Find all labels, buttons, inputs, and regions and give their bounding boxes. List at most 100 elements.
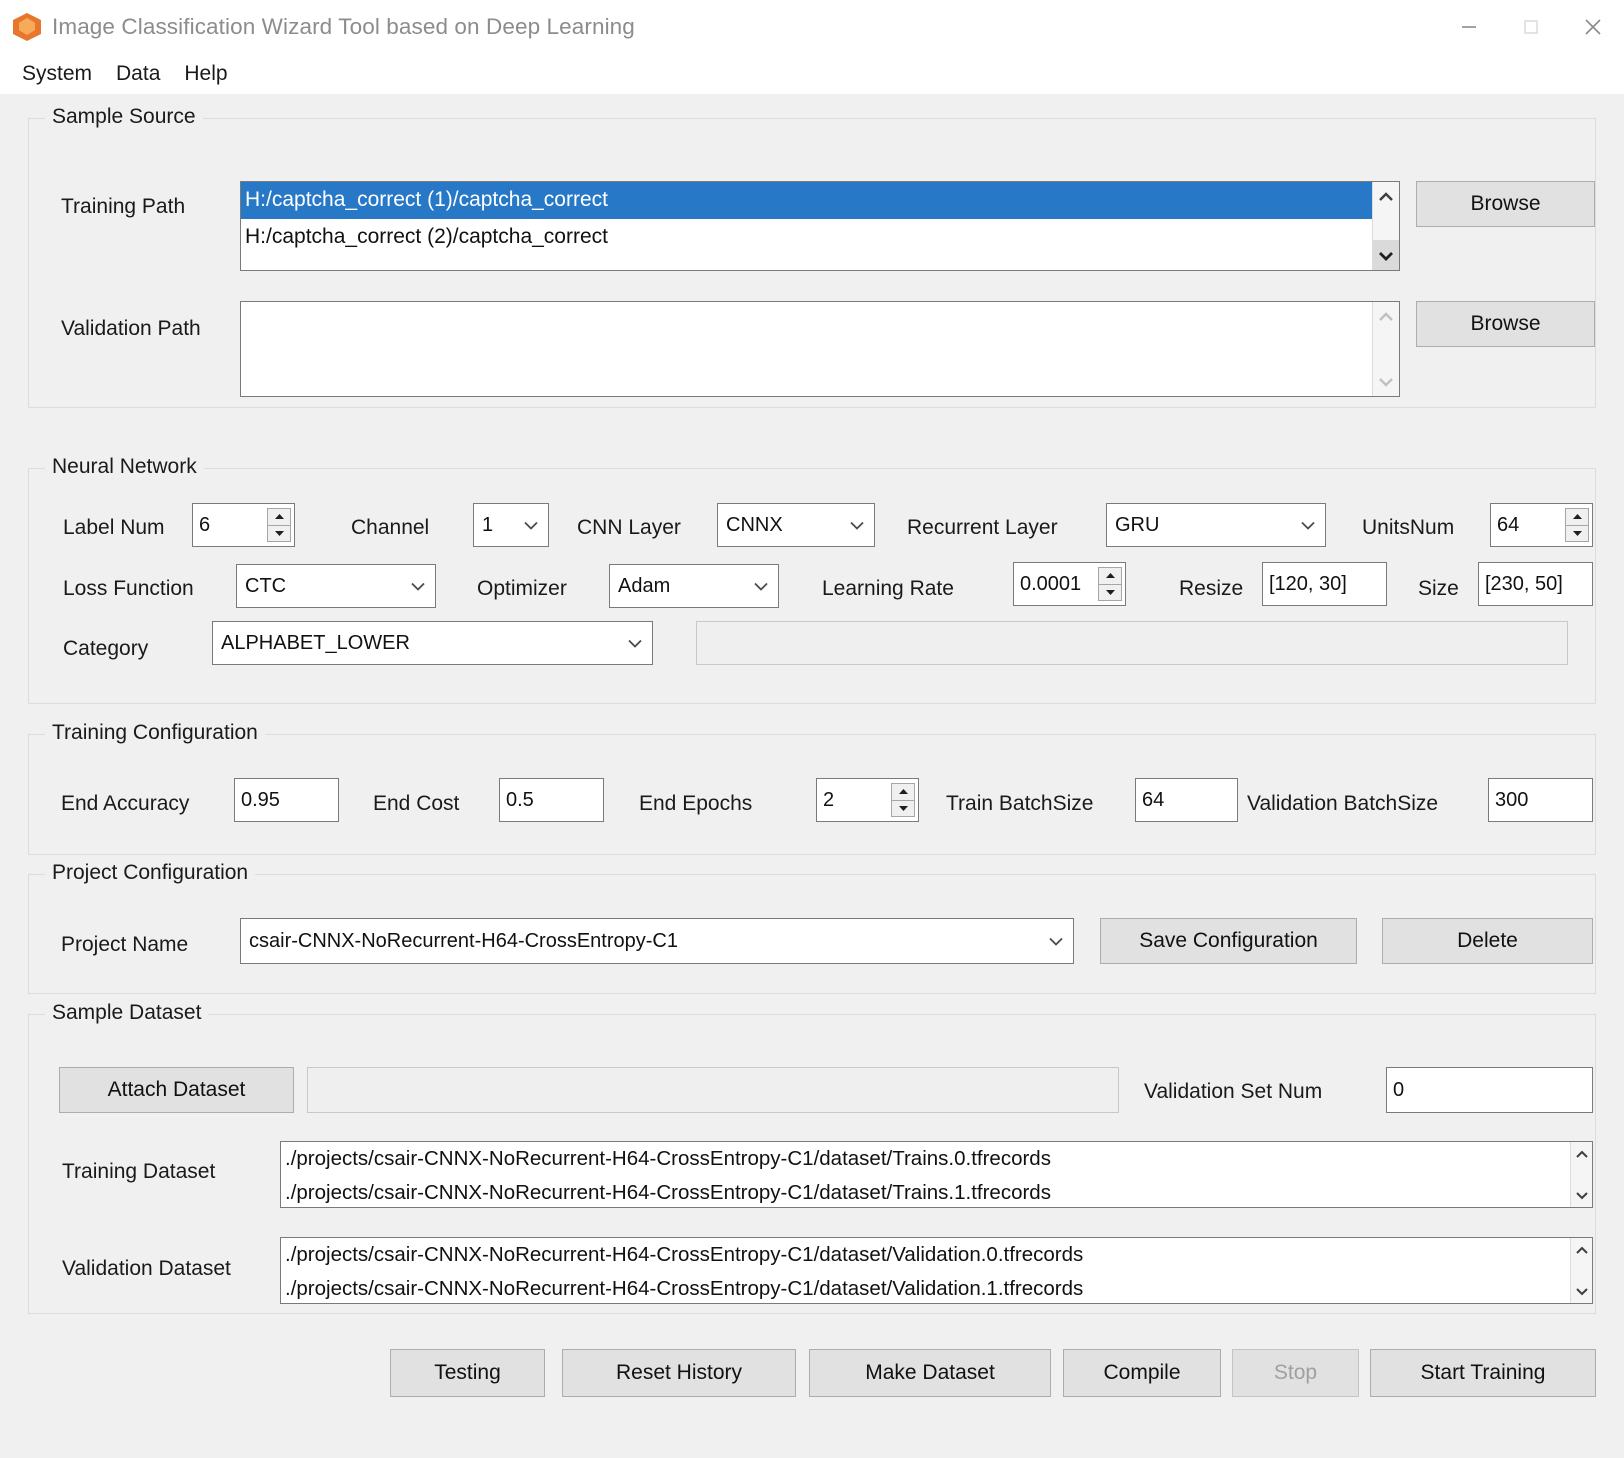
training-dataset-label: Training Dataset bbox=[62, 1160, 216, 1183]
validation-path-scrollbar[interactable] bbox=[1372, 302, 1399, 396]
training-path-scrollbar[interactable] bbox=[1372, 182, 1399, 270]
scroll-down-icon[interactable] bbox=[1373, 240, 1399, 270]
make-dataset-button[interactable]: Make Dataset bbox=[809, 1349, 1051, 1397]
chevron-down-icon bbox=[627, 632, 643, 655]
stop-button[interactable]: Stop bbox=[1232, 1349, 1359, 1397]
recurrent-layer-select[interactable]: GRU bbox=[1106, 503, 1326, 547]
group-sample-dataset: Sample Dataset Attach Dataset Validation… bbox=[28, 1001, 1596, 1314]
group-neural-network: Neural Network Label Num 6 Channel 1 CNN… bbox=[28, 455, 1596, 704]
channel-select[interactable]: 1 bbox=[473, 503, 549, 547]
list-item[interactable]: H:/captcha_correct (1)/captcha_correct bbox=[241, 182, 1379, 219]
scroll-down-icon[interactable] bbox=[1373, 366, 1399, 396]
spin-down-icon[interactable] bbox=[891, 799, 915, 817]
training-dataset-scrollbar[interactable] bbox=[1570, 1142, 1592, 1207]
attach-dataset-field[interactable] bbox=[307, 1067, 1119, 1113]
category-value: ALPHABET_LOWER bbox=[221, 631, 410, 654]
scroll-up-icon[interactable] bbox=[1373, 182, 1399, 212]
loss-function-value: CTC bbox=[245, 574, 287, 597]
close-icon[interactable] bbox=[1562, 0, 1624, 54]
list-item[interactable]: ./projects/csair-CNNX-NoRecurrent-H64-Cr… bbox=[281, 1272, 1568, 1303]
validation-path-listbox[interactable] bbox=[240, 301, 1400, 397]
save-configuration-button[interactable]: Save Configuration bbox=[1100, 918, 1357, 964]
group-project-configuration: Project Configuration Project Name csair… bbox=[28, 861, 1596, 994]
maximize-icon[interactable] bbox=[1500, 0, 1562, 54]
attach-dataset-button[interactable]: Attach Dataset bbox=[59, 1067, 294, 1113]
category-label: Category bbox=[63, 637, 149, 660]
label-num-stepper[interactable]: 6 bbox=[192, 503, 295, 547]
learning-rate-label: Learning Rate bbox=[822, 577, 954, 600]
optimizer-select[interactable]: Adam bbox=[609, 564, 779, 608]
validation-set-num-field[interactable]: 0 bbox=[1386, 1067, 1593, 1113]
cnn-layer-value: CNNX bbox=[726, 513, 783, 536]
loss-function-label: Loss Function bbox=[63, 577, 194, 600]
start-training-button[interactable]: Start Training bbox=[1370, 1349, 1596, 1397]
list-item[interactable]: ./projects/csair-CNNX-NoRecurrent-H64-Cr… bbox=[281, 1238, 1568, 1272]
resize-label: Resize bbox=[1179, 577, 1244, 600]
scroll-down-icon[interactable] bbox=[1571, 1183, 1592, 1207]
validation-dataset-scrollbar[interactable] bbox=[1570, 1238, 1592, 1303]
compile-button[interactable]: Compile bbox=[1063, 1349, 1221, 1397]
scroll-up-icon[interactable] bbox=[1373, 302, 1399, 332]
units-num-value: 64 bbox=[1497, 513, 1520, 536]
end-epochs-stepper[interactable]: 2 bbox=[816, 778, 919, 822]
menu-item-data[interactable]: Data bbox=[104, 60, 172, 88]
spin-down-icon[interactable] bbox=[1565, 524, 1589, 542]
train-batchsize-field[interactable]: 64 bbox=[1135, 778, 1238, 822]
loss-function-select[interactable]: CTC bbox=[236, 564, 436, 608]
category-custom-field[interactable] bbox=[696, 621, 1568, 665]
end-epochs-label: End Epochs bbox=[639, 792, 753, 815]
scroll-up-icon[interactable] bbox=[1571, 1238, 1592, 1262]
size-field[interactable]: [230, 50] bbox=[1478, 562, 1593, 606]
training-path-browse-button[interactable]: Browse bbox=[1416, 181, 1595, 227]
group-training-configuration: Training Configuration End Accuracy 0.95… bbox=[28, 721, 1596, 855]
project-name-label: Project Name bbox=[61, 933, 189, 956]
size-label: Size bbox=[1418, 577, 1459, 600]
validation-path-browse-button[interactable]: Browse bbox=[1416, 301, 1595, 347]
menu-item-system[interactable]: System bbox=[10, 60, 104, 88]
list-item[interactable]: ./projects/csair-CNNX-NoRecurrent-H64-Cr… bbox=[281, 1142, 1568, 1176]
spin-up-icon[interactable] bbox=[267, 508, 291, 525]
spin-up-icon[interactable] bbox=[1098, 567, 1122, 584]
end-epochs-value: 2 bbox=[823, 788, 835, 811]
group-neural-network-label: Neural Network bbox=[45, 455, 204, 479]
scroll-down-icon[interactable] bbox=[1571, 1279, 1592, 1303]
validation-batchsize-field[interactable]: 300 bbox=[1488, 778, 1593, 822]
reset-history-button[interactable]: Reset History bbox=[562, 1349, 796, 1397]
chevron-down-icon bbox=[849, 514, 865, 537]
resize-field[interactable]: [120, 30] bbox=[1262, 562, 1387, 606]
project-name-select[interactable]: csair-CNNX-NoRecurrent-H64-CrossEntropy-… bbox=[240, 918, 1074, 964]
units-num-label: UnitsNum bbox=[1362, 516, 1455, 539]
training-dataset-listbox[interactable]: ./projects/csair-CNNX-NoRecurrent-H64-Cr… bbox=[280, 1141, 1593, 1208]
list-item[interactable]: ./projects/csair-CNNX-NoRecurrent-H64-Cr… bbox=[281, 1176, 1568, 1207]
spin-up-icon[interactable] bbox=[1565, 508, 1589, 525]
end-accuracy-field[interactable]: 0.95 bbox=[234, 778, 339, 822]
minimize-icon[interactable] bbox=[1438, 0, 1500, 54]
testing-button[interactable]: Testing bbox=[390, 1349, 545, 1397]
scroll-up-icon[interactable] bbox=[1571, 1142, 1592, 1166]
spin-up-icon[interactable] bbox=[891, 783, 915, 800]
menu-item-help[interactable]: Help bbox=[172, 60, 239, 88]
training-path-listbox[interactable]: H:/captcha_correct (1)/captcha_correct H… bbox=[240, 181, 1400, 271]
cnn-layer-select[interactable]: CNNX bbox=[717, 503, 875, 547]
group-sample-dataset-label: Sample Dataset bbox=[45, 1001, 209, 1025]
optimizer-label: Optimizer bbox=[477, 577, 567, 600]
spin-down-icon[interactable] bbox=[267, 524, 291, 542]
window-controls bbox=[1438, 0, 1624, 54]
label-num-value: 6 bbox=[199, 513, 211, 536]
chevron-down-icon bbox=[410, 575, 426, 598]
train-batchsize-label: Train BatchSize bbox=[946, 792, 1094, 815]
end-accuracy-label: End Accuracy bbox=[61, 792, 190, 815]
window-title: Image Classification Wizard Tool based o… bbox=[52, 14, 635, 39]
units-num-stepper[interactable]: 64 bbox=[1490, 503, 1593, 547]
group-sample-source-label: Sample Source bbox=[45, 105, 203, 129]
list-item[interactable]: H:/captcha_correct (2)/captcha_correct bbox=[241, 219, 1379, 256]
group-project-configuration-label: Project Configuration bbox=[45, 861, 256, 885]
learning-rate-stepper[interactable]: 0.0001 bbox=[1013, 562, 1126, 606]
delete-button[interactable]: Delete bbox=[1382, 918, 1593, 964]
category-select[interactable]: ALPHABET_LOWER bbox=[212, 621, 653, 665]
chevron-down-icon bbox=[1048, 930, 1064, 953]
validation-dataset-listbox[interactable]: ./projects/csair-CNNX-NoRecurrent-H64-Cr… bbox=[280, 1237, 1593, 1304]
spin-down-icon[interactable] bbox=[1098, 583, 1122, 601]
optimizer-value: Adam bbox=[618, 574, 671, 597]
end-cost-field[interactable]: 0.5 bbox=[499, 778, 604, 822]
